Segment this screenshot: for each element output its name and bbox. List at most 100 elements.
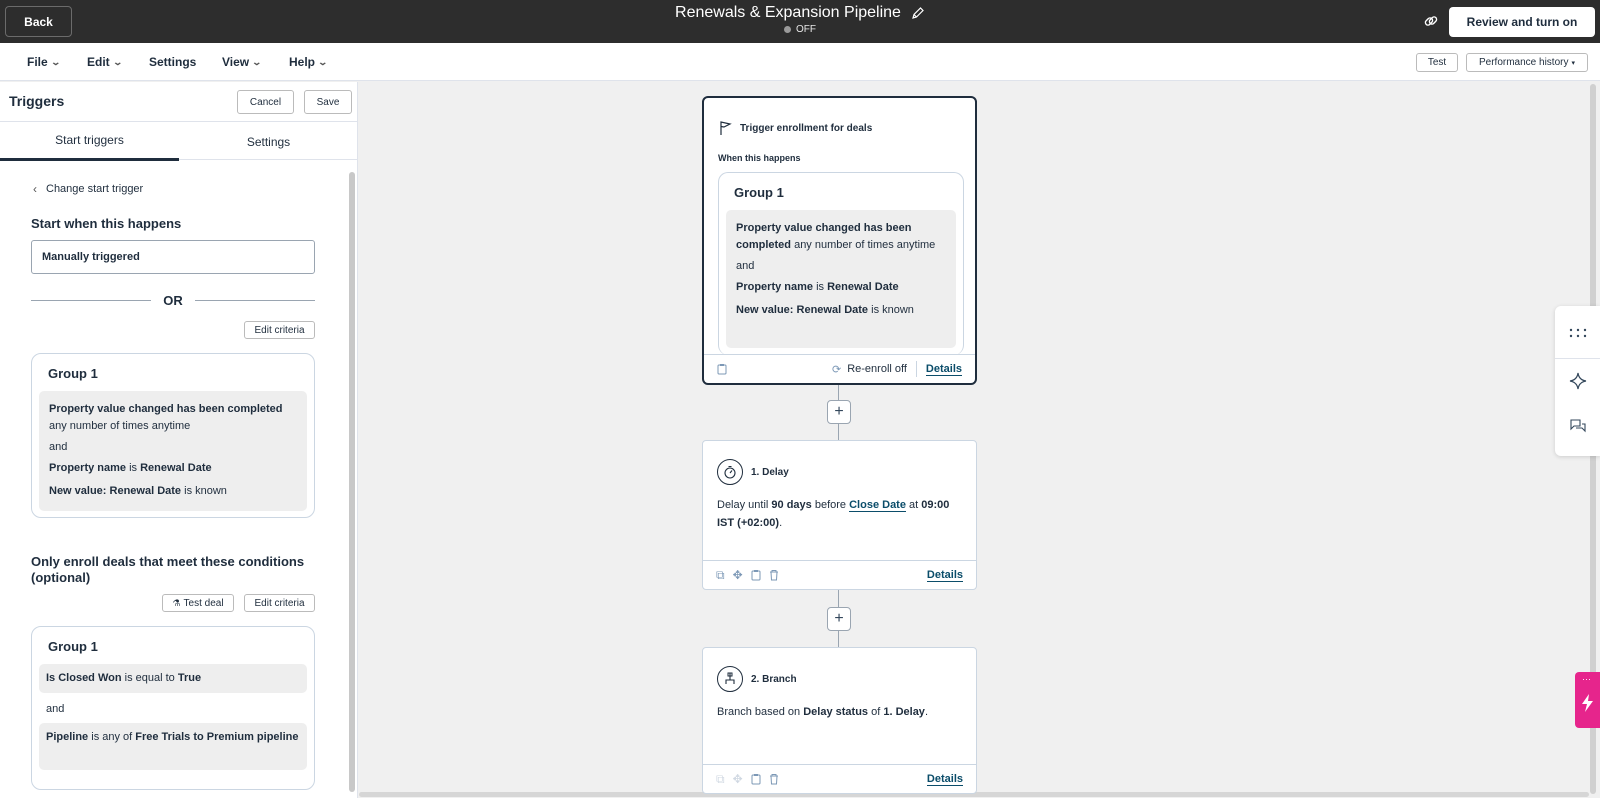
tab-settings[interactable]: Settings [179,122,357,161]
enroll-group-card: Group 1 Is Closed Won is equal to True a… [31,626,315,790]
chevron-left-icon: ‹ [33,182,37,196]
condition-1: Property value changed has been complete… [736,222,936,251]
group-title: Group 1 [48,366,98,381]
condition-2: Property name is Renewal Date [736,281,899,293]
tab-start-triggers[interactable]: Start triggers [0,122,179,161]
change-start-trigger-link[interactable]: ‹ Change start trigger [33,182,143,196]
condition-1: Property value changed has been complete… [49,403,283,432]
add-action-button[interactable]: + [827,400,851,424]
triggers-panel: Triggers Cancel Save Start triggers Sett… [0,82,358,798]
menu-file[interactable]: File ⌄ [27,55,61,69]
menu-view[interactable]: View ⌄ [222,55,262,69]
reenroll-label: Re-enroll off [847,363,907,375]
workflow-title[interactable]: Renewals & Expansion Pipeline [675,4,901,22]
panel-scrollbar[interactable] [349,172,355,792]
trigger-node-footer: ⟳ Re-enroll off Details [704,354,975,383]
branch-node-footer: ⧉ ✥ Details [703,764,976,793]
trigger-select[interactable]: Manually triggered [31,240,315,274]
trigger-node-title: Trigger enrollment for deals [740,122,873,134]
delay-description: Delay until 90 days before Close Date at… [717,499,950,529]
divider-right [194,300,315,301]
comments-icon[interactable] [1555,406,1600,446]
add-action-button[interactable]: + [827,607,851,631]
footer-divider [915,361,917,377]
edit-criteria-button-2[interactable]: Edit criteria [244,594,315,612]
delay-details-link[interactable]: Details [926,569,963,582]
test-deal-label: Test deal [183,597,224,609]
chevron-down-icon: ⌄ [317,56,329,67]
menu-settings[interactable]: Settings [149,55,196,69]
save-button[interactable]: Save [304,90,352,114]
menu-bar: File ⌄ Edit ⌄ Settings View ⌄ Help ⌄ Test Pe… [0,43,1600,81]
clipboard-icon[interactable] [751,569,761,581]
menu-edit[interactable]: Edit ⌄ [87,55,123,69]
trash-icon[interactable] [769,569,779,581]
condition-box-2: Pipeline is any of Free Trials to Premiu… [39,723,307,770]
test-button[interactable]: Test [1416,53,1458,72]
performance-history-button[interactable]: Performance history ▾ [1466,53,1588,72]
caret-down-icon: ▾ [1571,59,1575,67]
trigger-group-card: Group 1 Property value changed has been … [718,172,964,355]
sparkle-icon[interactable] [1555,361,1600,401]
and-label: and [736,260,755,272]
trigger-details-link[interactable]: Details [925,363,962,376]
flag-icon [720,121,732,135]
refresh-icon: ⟳ [831,363,842,376]
menu-edit-label: Edit [87,55,110,69]
pencil-icon[interactable] [911,6,925,20]
link-icon[interactable] [1423,13,1439,29]
delay-node-title: 1. Delay [751,466,789,478]
delay-node-header: 1. Delay [717,459,789,485]
review-and-turn-on-button[interactable]: Review and turn on [1449,7,1595,37]
workflow-title-area: Renewals & Expansion Pipeline OFF [0,4,1600,35]
clipboard-icon[interactable] [751,773,761,785]
panel-title: Triggers [9,93,65,109]
condition-2: Property name is Renewal Date [49,462,212,474]
copy-icon[interactable]: ⧉ [716,568,725,583]
side-divider [1555,358,1600,359]
move-icon: ✥ [732,772,743,786]
delay-node-footer: ⧉ ✥ Details [703,560,976,589]
trigger-group-card: Group 1 Property value changed has been … [31,353,315,518]
condition-box: Is Closed Won is equal to True [39,664,307,693]
side-toolbar [1555,306,1600,456]
menu-view-label: View [222,55,250,69]
condition-3: New value: Renewal Date is known [736,304,914,316]
divider-left [31,300,152,301]
change-start-trigger-label: Change start trigger [46,183,144,195]
start-heading: Start when this happens [31,216,182,231]
cancel-button[interactable]: Cancel [237,90,294,114]
quick-actions-tab[interactable]: ··· [1575,672,1600,728]
and-label: and [49,441,68,453]
branch-node-header: 2. Branch [717,666,797,692]
test-deal-button[interactable]: ⚗ Test deal [162,594,234,612]
condition-box: Property value changed has been complete… [39,391,307,511]
group-title: Group 1 [48,639,98,654]
edit-criteria-button[interactable]: Edit criteria [244,321,315,339]
menu-help[interactable]: Help ⌄ [289,55,329,69]
when-label: When this happens [718,153,801,163]
copy-icon: ⧉ [716,771,725,786]
and-label: and [46,703,65,715]
branch-details-link[interactable]: Details [926,773,963,786]
branch-description: Branch based on Delay status of 1. Delay… [717,706,928,718]
enroll-heading: Only enroll deals that meet these condit… [31,554,305,585]
move-icon[interactable]: ✥ [733,568,743,582]
trigger-node[interactable]: Trigger enrollment for deals When this h… [702,96,977,385]
branch-node-title: 2. Branch [751,673,797,685]
close-date-link[interactable]: Close Date [849,499,906,512]
trigger-node-header: Trigger enrollment for deals [718,120,872,136]
chevron-down-icon: ⌄ [50,56,61,67]
branch-node[interactable]: 2. Branch Branch based on Delay status o… [702,647,977,794]
clipboard-icon[interactable] [717,363,727,375]
stopwatch-icon [717,459,743,485]
status-dot [784,26,791,33]
reenroll-status[interactable]: ⟳ Re-enroll off [832,363,907,376]
trash-icon[interactable] [769,773,779,785]
dots-grid-icon[interactable] [1555,313,1600,353]
or-divider: OR [31,293,315,308]
or-label: OR [163,293,183,308]
menu-settings-label: Settings [149,55,197,69]
group-title: Group 1 [734,185,784,200]
delay-node[interactable]: 1. Delay Delay until 90 days before Clos… [702,440,977,590]
